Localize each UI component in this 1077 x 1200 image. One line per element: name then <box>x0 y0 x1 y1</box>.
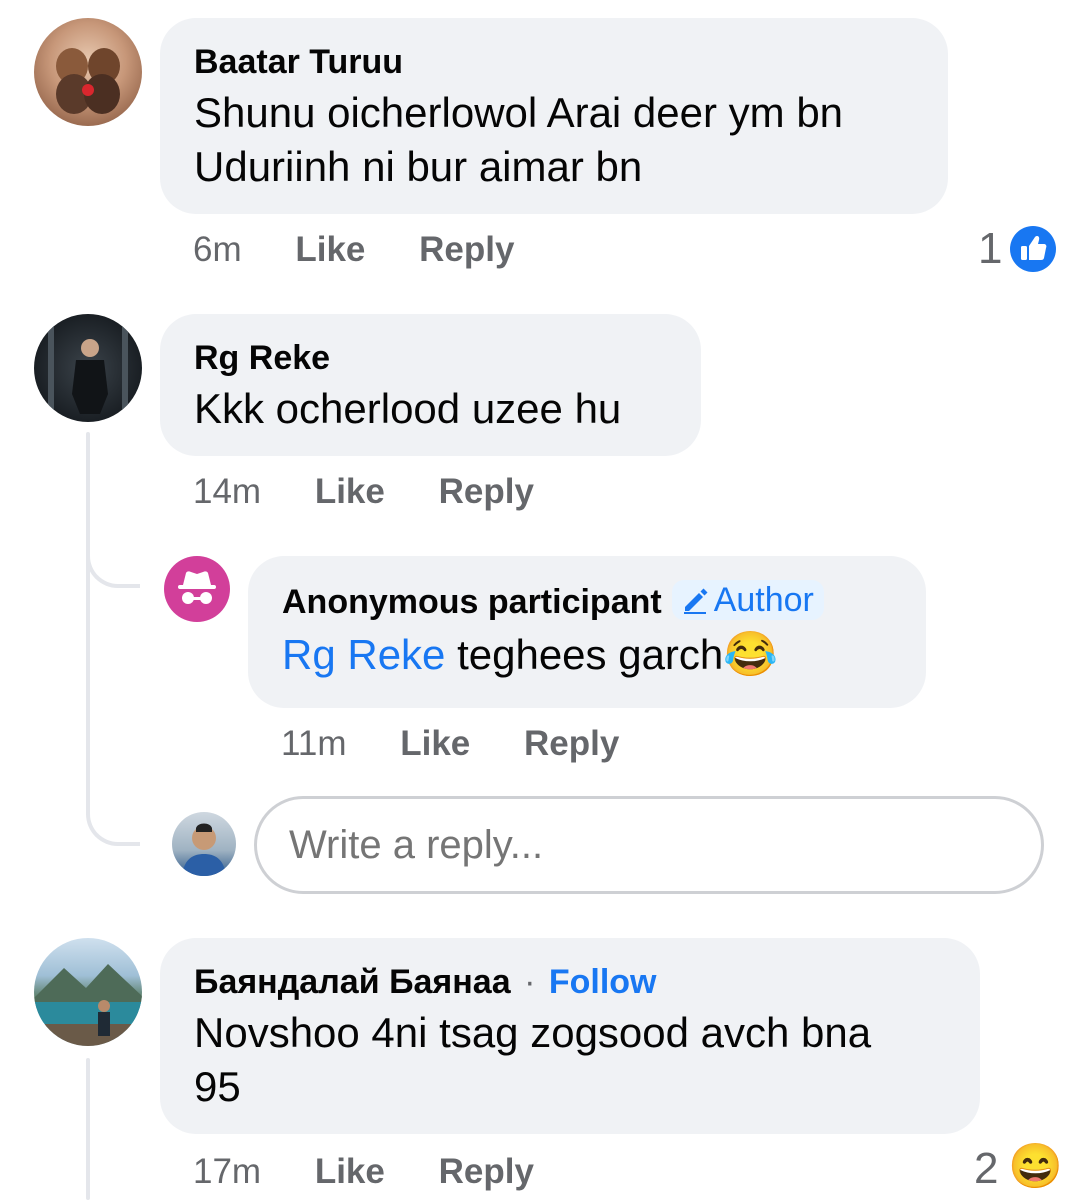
comment-author[interactable]: Rg Reke <box>194 338 667 378</box>
haha-reaction-icon[interactable]: 😄 <box>1008 1140 1063 1194</box>
avatar[interactable] <box>34 314 142 422</box>
comment-text: Novshoo 4ni tsag zogsood avch bna <box>194 1009 872 1056</box>
reply-button[interactable]: Reply <box>439 472 534 511</box>
author-badge-label: Author <box>713 581 814 619</box>
comment-text: Shunu oicherlowol Arai deer ym bn <box>194 89 844 136</box>
comment-author[interactable]: Baatar Turuu <box>194 42 914 82</box>
reply-meta: 11m Like Reply <box>281 724 619 764</box>
like-reaction-icon[interactable] <box>1010 226 1056 272</box>
pencil-icon <box>683 588 708 614</box>
like-button[interactable]: Like <box>315 472 385 511</box>
like-button[interactable]: Like <box>295 230 365 269</box>
comment-meta: 14m Like Reply <box>193 472 534 512</box>
separator-dot: · <box>524 963 536 1001</box>
comment-text: Kkk ocherlood uzee hu <box>194 385 622 432</box>
like-button[interactable]: Like <box>315 1152 385 1191</box>
like-button[interactable]: Like <box>400 724 470 763</box>
reply-text-row: Rg Reke teghees garch😂 <box>282 628 892 682</box>
comment-author[interactable]: Баяндалай Баянаа <box>194 963 511 1001</box>
thread-branch <box>86 530 140 588</box>
reply-time[interactable]: 11m <box>281 724 347 763</box>
comment-meta: 6m Like Reply <box>193 230 514 270</box>
comment-bubble: Baatar Turuu Shunu oicherlowol Arai deer… <box>160 18 948 214</box>
laughing-emoji: 😂 <box>723 630 779 679</box>
author-badge: Author <box>671 580 824 620</box>
reply-button[interactable]: Reply <box>419 230 514 269</box>
comment-meta: 17m Like Reply <box>193 1152 534 1192</box>
comment-text: Uduriinh ni bur aimar bn <box>194 143 643 190</box>
reply-text: teghees garch <box>445 631 724 678</box>
comment-time[interactable]: 14m <box>193 472 261 511</box>
avatar[interactable] <box>34 18 142 126</box>
reply-button[interactable]: Reply <box>524 724 619 763</box>
comment-author-row: Баяндалай Баянаа · Follow <box>194 962 946 1002</box>
reply-author[interactable]: Anonymous participant <box>282 583 662 621</box>
reply-author-row: Anonymous participant Author <box>282 580 892 622</box>
comment-time[interactable]: 17m <box>193 1152 261 1191</box>
reaction-count[interactable]: 2 <box>974 1144 998 1194</box>
thread-line <box>86 432 90 812</box>
reaction-count[interactable]: 1 <box>978 224 1002 274</box>
avatar[interactable] <box>34 938 142 1046</box>
comment-time[interactable]: 6m <box>193 230 242 269</box>
comment-bubble: Rg Reke Kkk ocherlood uzee hu <box>160 314 701 456</box>
current-user-avatar[interactable] <box>172 812 236 876</box>
follow-button[interactable]: Follow <box>549 963 657 1001</box>
comment-text: 95 <box>194 1063 241 1110</box>
mention-link[interactable]: Rg Reke <box>282 631 445 678</box>
reply-bubble: Anonymous participant Author Rg Reke tegh… <box>248 556 926 708</box>
thread-branch <box>86 780 140 846</box>
comment-bubble: Баяндалай Баянаа · Follow Novshoo 4ni ts… <box>160 938 980 1134</box>
incognito-icon[interactable] <box>164 556 230 622</box>
reply-button[interactable]: Reply <box>439 1152 534 1191</box>
reply-input[interactable] <box>254 796 1044 894</box>
thread-line <box>86 1058 90 1200</box>
